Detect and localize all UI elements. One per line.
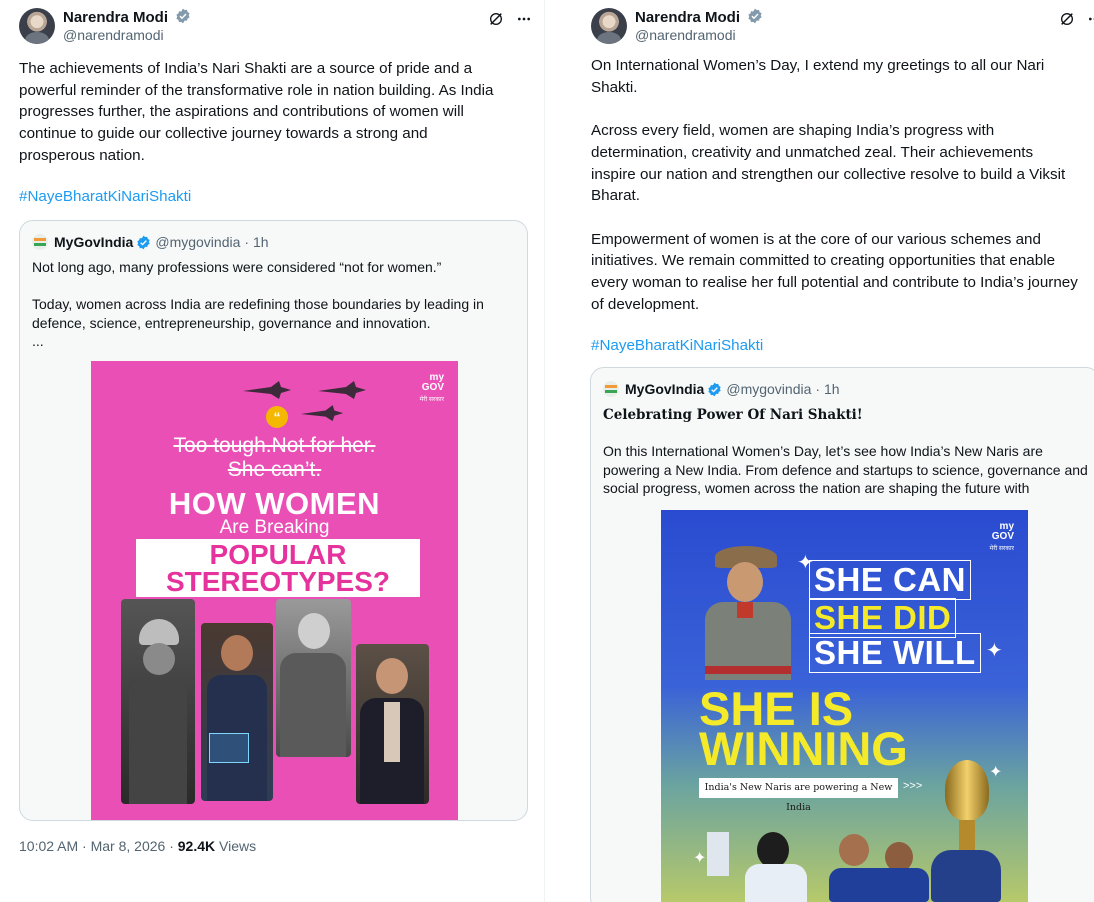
grok-icon[interactable]: [1058, 10, 1076, 28]
header-actions: [1058, 10, 1094, 28]
verified-icon: [137, 235, 151, 249]
photo-miner: [121, 599, 195, 804]
mygov-avatar[interactable]: [603, 381, 619, 397]
quote-timestamp: · 1h: [815, 381, 840, 397]
mygov-logo: my GOV मेरी सरकार: [420, 373, 444, 405]
fighter-jet-icon: [300, 405, 344, 422]
poster-highlight-box: POPULAR STEREOTYPES?: [136, 539, 420, 597]
poster-she-will: SHE WILL: [809, 633, 981, 673]
views-label: Views: [215, 838, 257, 854]
mygov-brand-sub: मेरी सरकार: [419, 397, 444, 403]
photo-soldier: [701, 540, 796, 680]
header-actions: [487, 10, 533, 28]
mygov-logo: my GOV मेरी सरकार: [990, 522, 1014, 554]
poster-she-did: SHE DID: [809, 598, 957, 638]
more-icon[interactable]: [515, 10, 533, 28]
tweet-left: Narendra Modi @narendramodi The achievem…: [0, 0, 545, 902]
tweet-meta: 10:02 AM · Mar 8, 2026 · 92.4K Views: [19, 838, 256, 854]
quoted-tweet[interactable]: MyGovIndia @mygovindia · 1h Not long ago…: [19, 220, 528, 821]
quote-media-image[interactable]: my GOV मेरी सरकार ✦ ✦ ✦ ✦ SHE CAN SHE DI…: [661, 510, 1028, 902]
poster-popular: POPULAR: [209, 539, 347, 570]
author-name[interactable]: Narendra Modi: [63, 8, 191, 27]
quote-author-name[interactable]: MyGovIndia: [54, 233, 133, 251]
quote-header: MyGovIndia @mygovindia · 1h: [32, 233, 269, 251]
mygov-avatar[interactable]: [32, 234, 48, 250]
sparkle-icon: ✦: [986, 640, 1003, 662]
avatar[interactable]: [591, 8, 627, 44]
quote-text: Not long ago, many professions were cons…: [32, 259, 484, 349]
tweet-right: Narendra Modi @narendramodi On Internati…: [572, 0, 1094, 902]
avatar[interactable]: [19, 8, 55, 44]
poster-stereotypes: STEREOTYPES?: [165, 566, 391, 597]
author-name-text[interactable]: Narendra Modi: [635, 9, 740, 26]
quote-text: On this International Women’s Day, let’s…: [603, 443, 1088, 496]
author-handle[interactable]: @narendramodi: [635, 27, 736, 43]
quote-mark-icon: “: [266, 406, 288, 428]
poster-strike-line-1: Too tough.Not for her.: [173, 434, 376, 457]
quote-header: MyGovIndia @mygovindia · 1h: [603, 380, 840, 398]
mygov-brand-sub: मेरी सरकार: [989, 546, 1014, 552]
quoted-tweet[interactable]: MyGovIndia @mygovindia · 1h Celebrating …: [590, 367, 1094, 902]
fighter-jet-icon: [318, 381, 366, 399]
verified-icon: [708, 382, 722, 396]
poster-arrows: >>>: [903, 780, 923, 792]
quote-timestamp: · 1h: [244, 234, 269, 250]
quote-author-handle[interactable]: @mygovindia: [155, 233, 240, 251]
poster-banner: India's New Naris are powering a New Ind…: [699, 778, 898, 813]
hashtag-link[interactable]: #NayeBharatKiNariShakti: [19, 188, 191, 205]
views-count: 92.4K: [177, 838, 216, 854]
photo-scientist: [201, 623, 273, 801]
tweet-timestamp[interactable]: 10:02 AM · Mar 8, 2026 ·: [19, 838, 178, 854]
quote-media-image[interactable]: my GOV मेरी सरकार “ Too tough.Not for he…: [91, 361, 458, 820]
photo-cricketers: [829, 828, 929, 902]
tweet-text: The achievements of India’s Nari Shakti …: [19, 60, 494, 164]
poster-she-can: SHE CAN: [809, 560, 972, 600]
tweet-header: Narendra Modi @narendramodi: [19, 8, 544, 48]
verified-icon: [748, 8, 762, 24]
author-name-text[interactable]: Narendra Modi: [63, 9, 168, 26]
photo-businesswoman: [356, 644, 429, 804]
grok-icon[interactable]: [487, 10, 505, 28]
fighter-jet-icon: [243, 381, 291, 399]
mygov-brand: my GOV: [991, 521, 1014, 542]
tweet-text: On International Women’s Day, I extend m…: [591, 57, 1078, 313]
poster-winning: WINNING: [699, 722, 908, 775]
photo-scientist-microscope: [701, 828, 811, 902]
photo-pilot: [276, 599, 351, 757]
verified-icon: [176, 8, 190, 24]
tweet-header: Narendra Modi @narendramodi: [591, 8, 1094, 48]
photo-trophy: [931, 760, 1001, 902]
quote-author-handle[interactable]: @mygovindia: [726, 380, 811, 398]
mygov-brand: my GOV: [421, 372, 444, 393]
poster-subheadline: Are Breaking: [219, 517, 330, 538]
quote-author-name[interactable]: MyGovIndia: [625, 380, 704, 398]
hashtag-link[interactable]: #NayeBharatKiNariShakti: [591, 337, 763, 354]
poster-strike-line-2: She can’t.: [227, 458, 322, 481]
author-handle[interactable]: @narendramodi: [63, 27, 164, 43]
author-name[interactable]: Narendra Modi: [635, 8, 763, 27]
quote-bold-title: Celebrating Power Of Nari Shakti!: [603, 407, 863, 423]
more-icon[interactable]: [1086, 10, 1094, 28]
